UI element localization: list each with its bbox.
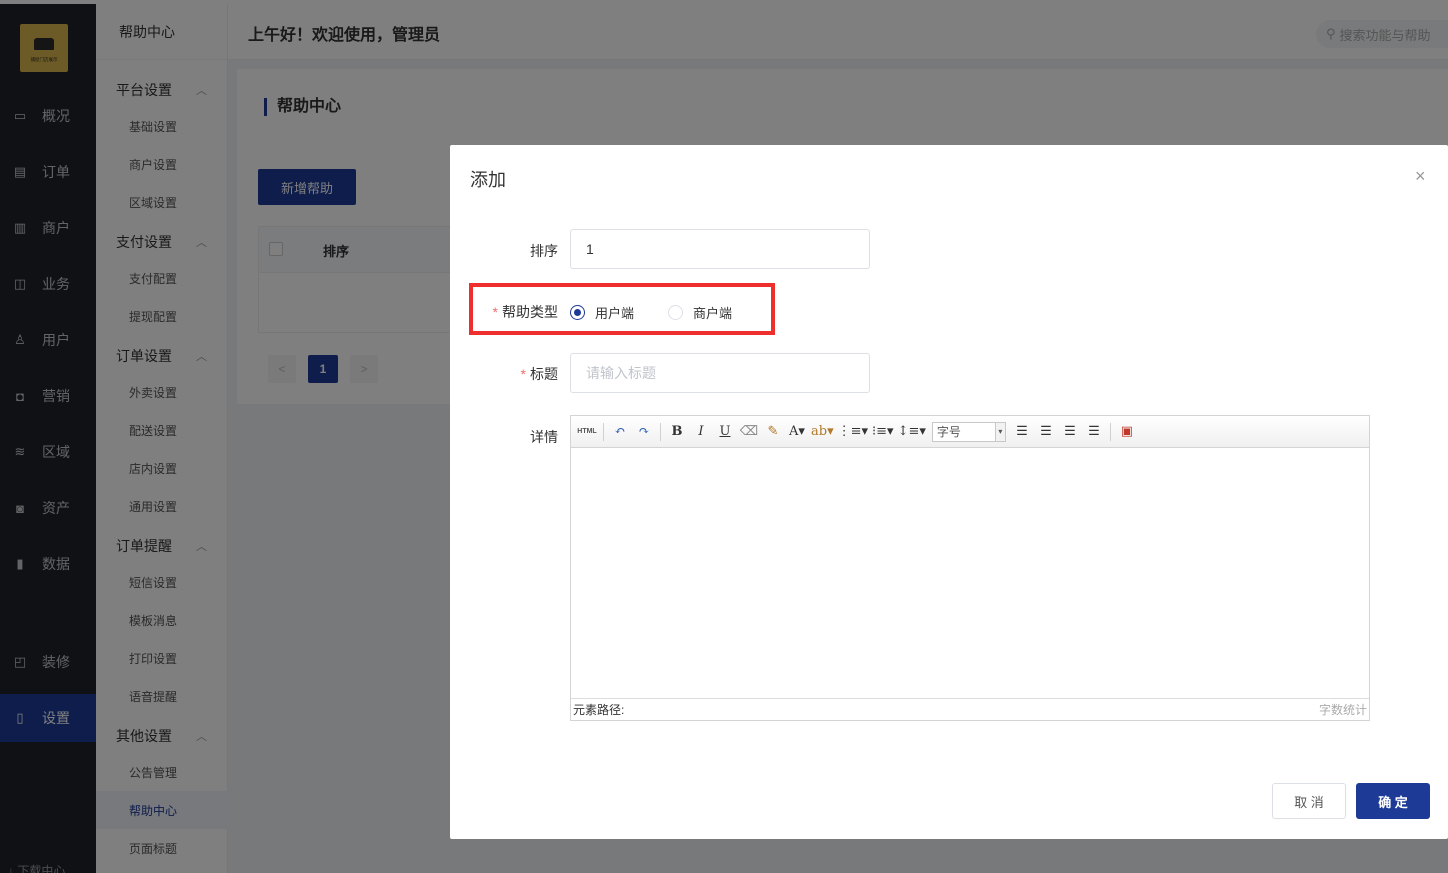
title-input[interactable]: 请输入标题 (570, 353, 870, 393)
eraser-icon[interactable]: ⌫ (739, 422, 759, 442)
toolbar-divider (660, 422, 661, 441)
underline-icon[interactable]: U (715, 422, 735, 442)
italic-icon[interactable]: I (691, 422, 711, 442)
element-path: 元素路径: (573, 703, 625, 717)
sort-label: 排序 (530, 243, 558, 259)
required-mark: * (520, 366, 526, 382)
align-center-icon[interactable]: ☰ (1060, 422, 1080, 442)
unordered-list-icon[interactable]: ⁝≡▾ (872, 422, 894, 442)
editor-footer: 元素路径: 字数统计 (571, 698, 1369, 720)
font-size-select[interactable]: 字号 (931, 421, 1006, 442)
highlight-color-icon[interactable]: ab▾ (811, 422, 834, 442)
title-label-text: 标题 (530, 366, 558, 382)
format-brush-icon[interactable]: ✎ (763, 422, 783, 442)
sort-input[interactable]: 1 (570, 229, 870, 269)
dialog-title: 添加 (470, 170, 506, 190)
highlight-annotation-box (469, 283, 775, 335)
detail-label: 详情 (530, 429, 558, 445)
bold-icon[interactable]: B (667, 422, 687, 442)
toolbar-divider (1109, 422, 1111, 441)
title-label: * 标题 (490, 364, 558, 384)
toolbar-divider (603, 422, 604, 441)
line-height-icon[interactable]: ↕≡▾ (898, 422, 926, 442)
html-source-button[interactable]: HTML (577, 422, 597, 442)
rich-text-editor: HTML ↶ ↷ B I U ⌫ ✎ A▾ ab▾ ⋮≡▾ ⁝≡▾ ↕≡▾ 字号… (570, 415, 1370, 721)
cancel-button[interactable]: 取 消 (1272, 783, 1346, 819)
insert-image-icon[interactable]: ▣ (1117, 422, 1137, 442)
font-color-icon[interactable]: A▾ (787, 422, 807, 442)
add-help-dialog: 添加 × 排序 1 * 帮助类型 用户端 商户端 * 标题 请输入标题 详情 HTM… (450, 145, 1448, 839)
align-justify-icon[interactable]: ☰ (1084, 422, 1104, 442)
word-count: 字数统计 (1318, 703, 1367, 717)
confirm-button[interactable]: 确 定 (1356, 783, 1430, 819)
ordered-list-icon[interactable]: ⋮≡▾ (838, 422, 868, 442)
editor-content-area[interactable] (571, 448, 1369, 698)
close-icon[interactable]: × (1415, 167, 1426, 185)
undo-icon[interactable]: ↶ (610, 422, 630, 442)
redo-icon[interactable]: ↷ (634, 422, 654, 442)
align-right-icon[interactable]: ☰ (1036, 422, 1056, 442)
editor-toolbar: HTML ↶ ↷ B I U ⌫ ✎ A▾ ab▾ ⋮≡▾ ⁝≡▾ ↕≡▾ 字号… (571, 416, 1369, 448)
align-left-icon[interactable]: ☰ (1012, 422, 1032, 442)
